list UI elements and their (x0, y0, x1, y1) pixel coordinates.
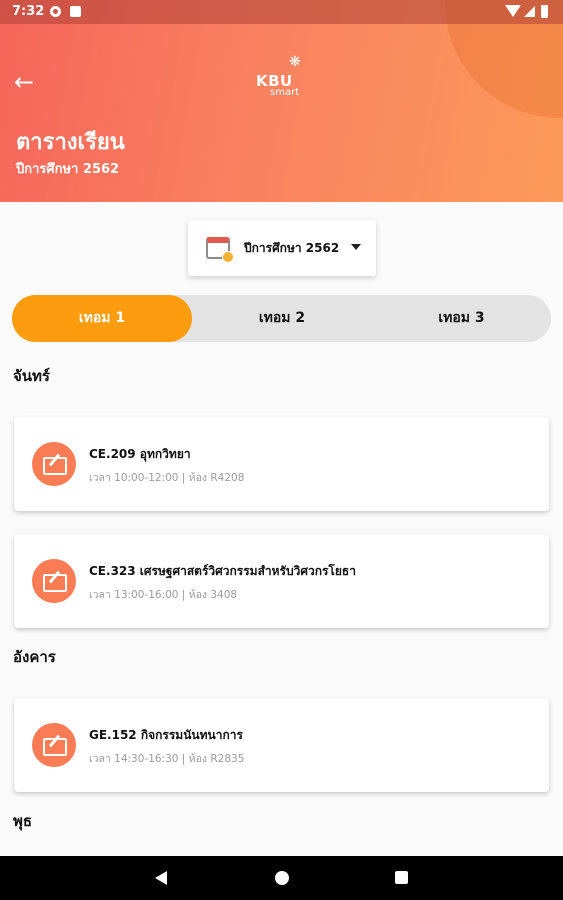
edit-course-icon (32, 559, 76, 603)
course-card[interactable]: CE.323 เศรษฐศาสตร์วิศวกรรมสำหรับวิศวกรโย… (14, 534, 549, 628)
kbu-smart-logo: ❋ KBU smart (256, 54, 316, 100)
tab-term-2[interactable]: เทอม 2 (192, 295, 372, 342)
course-name: CE.209 อุทกวิทยา (89, 447, 191, 461)
status-bar: 7:32 (0, 0, 563, 24)
calendar-icon (206, 237, 234, 263)
course-time-room: เวลา 13:00-16:00 | ห้อง 3408 (89, 589, 238, 601)
day-heading-wednesday: พุธ (13, 812, 33, 830)
day-heading-tuesday: อังคาร (13, 648, 56, 666)
day-heading-monday: จันทร์ (13, 367, 50, 385)
term-tabs: เทอม 1 เทอม 2 เทอม 3 (12, 295, 551, 342)
signal-icon (524, 6, 535, 17)
sd-card-icon (70, 6, 81, 17)
battery-icon (541, 5, 548, 18)
course-name: GE.152 กิจกรรมนันทนาการ (89, 728, 243, 742)
nav-recents-icon[interactable] (395, 871, 408, 884)
course-card[interactable]: GE.152 กิจกรรมนันทนาการ เวลา 14:30-16:30… (14, 698, 549, 792)
edit-course-icon (32, 723, 76, 767)
page-title: ตารางเรียน (16, 130, 125, 155)
page-subtitle: ปีการศึกษา 2562 (16, 162, 120, 177)
status-time: 7:32 (12, 4, 45, 19)
wifi-icon (505, 5, 521, 17)
android-nav-bar (0, 856, 563, 900)
app-header: 7:32 ← ❋ KBU smart ตารางเรียน ปีการศึกษา… (0, 0, 563, 202)
logo-spark-icon: ❋ (289, 54, 301, 70)
tab-term-1[interactable]: เทอม 1 (12, 295, 192, 342)
nav-back-icon[interactable] (155, 871, 167, 885)
tab-term-3[interactable]: เทอม 3 (372, 295, 551, 342)
course-card[interactable]: CE.209 อุทกวิทยา เวลา 10:00-12:00 | ห้อง… (14, 417, 549, 511)
nav-home-icon[interactable] (275, 871, 289, 885)
back-arrow-icon[interactable]: ← (10, 68, 38, 96)
chevron-down-icon (351, 244, 361, 250)
edit-course-icon (32, 442, 76, 486)
course-time-room: เวลา 10:00-12:00 | ห้อง R4208 (89, 472, 245, 484)
academic-year-dropdown[interactable]: ปีการศึกษา 2562 (188, 220, 376, 276)
course-name: CE.323 เศรษฐศาสตร์วิศวกรรมสำหรับวิศวกรโย… (89, 564, 356, 578)
logo-subtext: smart (270, 87, 300, 98)
settings-icon (50, 6, 61, 17)
course-time-room: เวลา 14:30-16:30 | ห้อง R2835 (89, 753, 245, 765)
academic-year-label: ปีการศึกษา 2562 (244, 241, 340, 255)
